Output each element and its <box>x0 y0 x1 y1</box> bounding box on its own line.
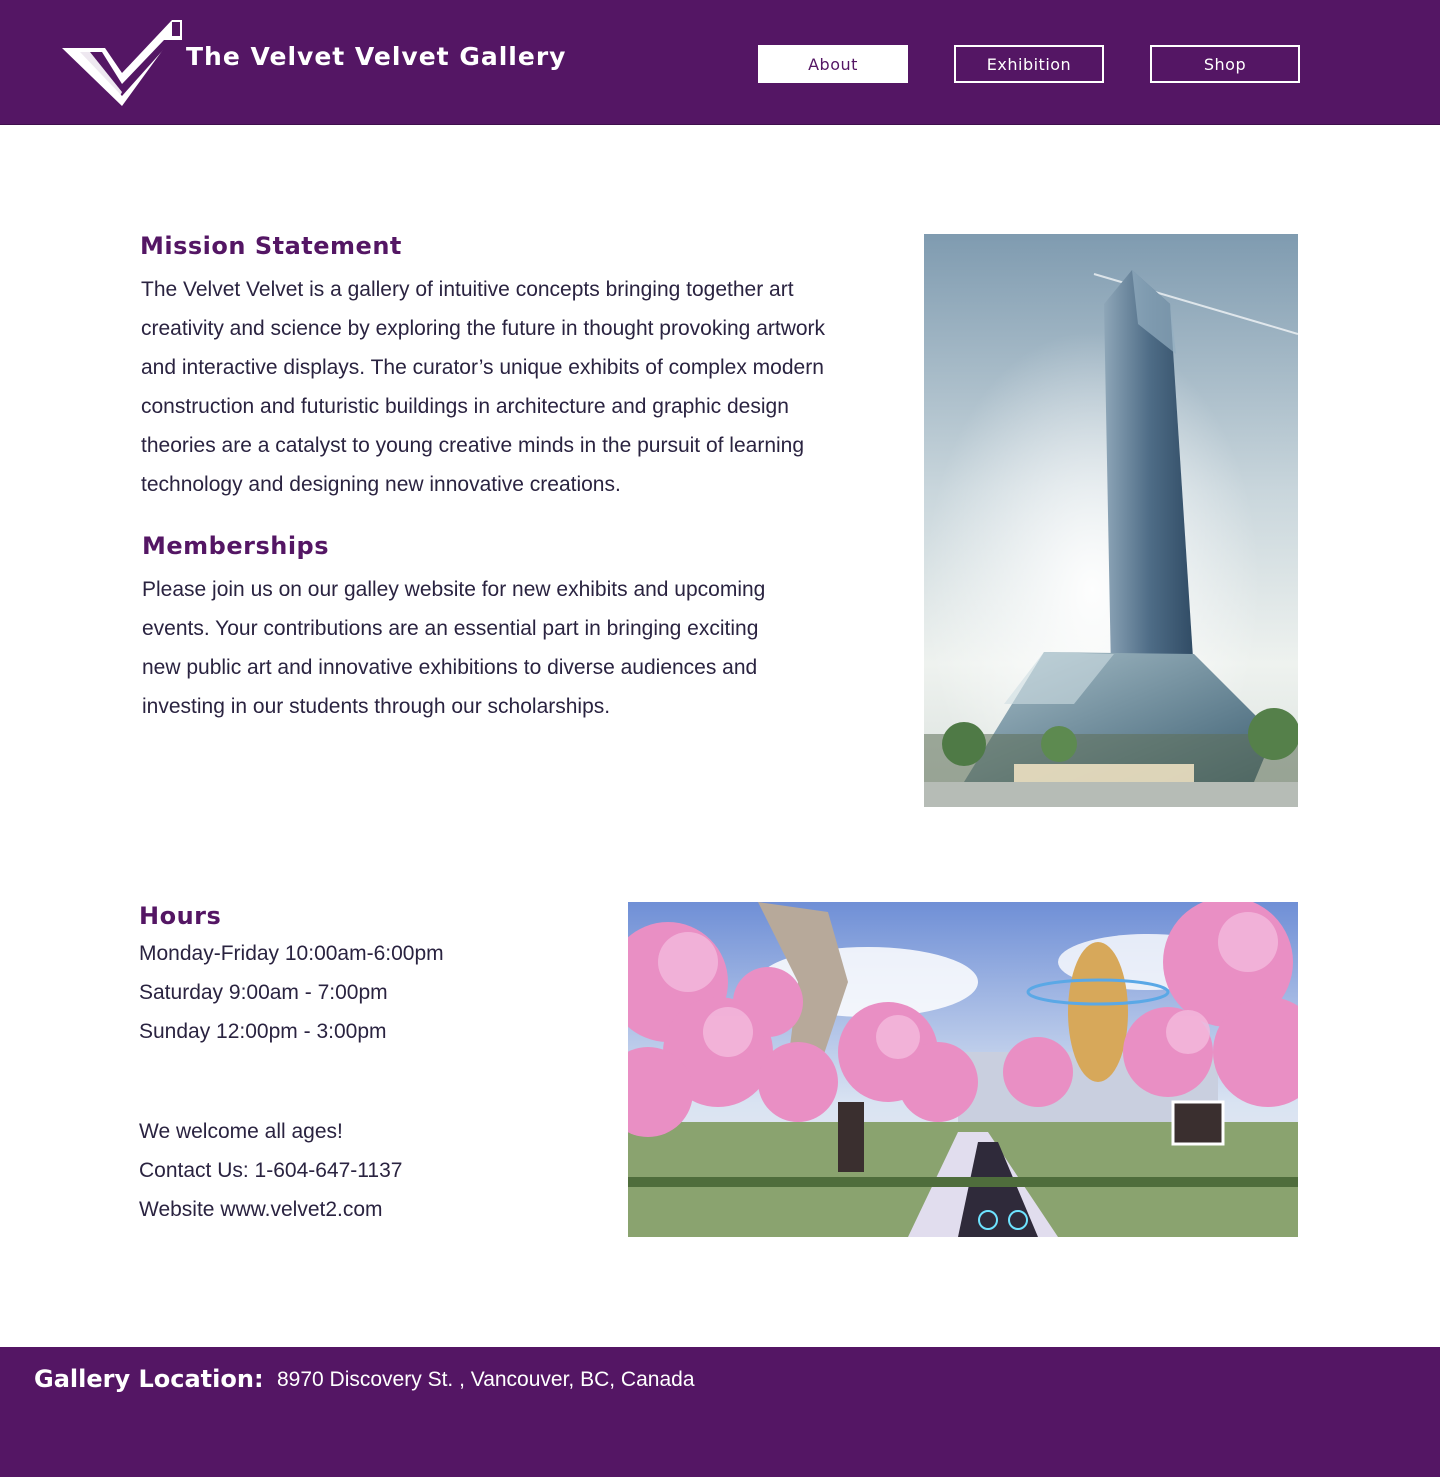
mission-heading: Mission Statement <box>140 232 402 260</box>
contact-phone[interactable]: Contact Us: 1-604-647-1137 <box>139 1151 579 1190</box>
hours-list: Monday-Friday 10:00am-6:00pm Saturday 9:… <box>139 934 579 1051</box>
nav-shop-button[interactable]: Shop <box>1150 45 1300 83</box>
welcome-text: We welcome all ages! <box>139 1120 343 1143</box>
memberships-line: investing in our students through our sc… <box>142 695 611 718</box>
mission-line: creativity and science by exploring the … <box>141 317 826 340</box>
mission-line: technology and designing new innovative … <box>141 473 621 496</box>
park-illustration-image <box>628 902 1298 1237</box>
mission-line: The Velvet Velvet is a gallery of intuit… <box>141 278 794 301</box>
mission-text: The Velvet Velvet is a gallery of intuit… <box>141 270 841 504</box>
mission-line: and interactive displays. The curator’s … <box>141 356 824 379</box>
website-link[interactable]: Website www.velvet2.com <box>139 1190 579 1229</box>
memberships-line: Please join us on our galley website for… <box>142 578 766 601</box>
site-title[interactable]: The Velvet Velvet Gallery <box>186 42 566 71</box>
mission-line: construction and futuristic buildings in… <box>141 395 789 418</box>
hours-heading: Hours <box>139 902 222 930</box>
tower-image <box>924 234 1298 807</box>
hours-line: Sunday 12:00pm - 3:00pm <box>139 1020 387 1043</box>
contact-info: We welcome all ages! Contact Us: 1-604-6… <box>139 1112 579 1229</box>
mission-line: theories are a catalyst to young creativ… <box>141 434 805 457</box>
memberships-line: events. Your contributions are an essent… <box>142 617 759 640</box>
velvet-logo-icon[interactable] <box>60 18 190 108</box>
hours-line: Monday-Friday 10:00am-6:00pm <box>139 942 444 965</box>
nav-exhibition-button[interactable]: Exhibition <box>954 45 1104 83</box>
memberships-text: Please join us on our galley website for… <box>142 570 782 726</box>
hours-line: Saturday 9:00am - 7:00pm <box>139 981 388 1004</box>
footer-address: 8970 Discovery St. , Vancouver, BC, Cana… <box>277 1368 695 1391</box>
memberships-heading: Memberships <box>142 532 330 560</box>
nav-about-button[interactable]: About <box>758 45 908 83</box>
memberships-line: new public art and innovative exhibition… <box>142 656 758 679</box>
footer-location-label: Gallery Location: <box>34 1365 264 1393</box>
site-header: The Velvet Velvet Gallery About Exhibiti… <box>0 0 1440 125</box>
